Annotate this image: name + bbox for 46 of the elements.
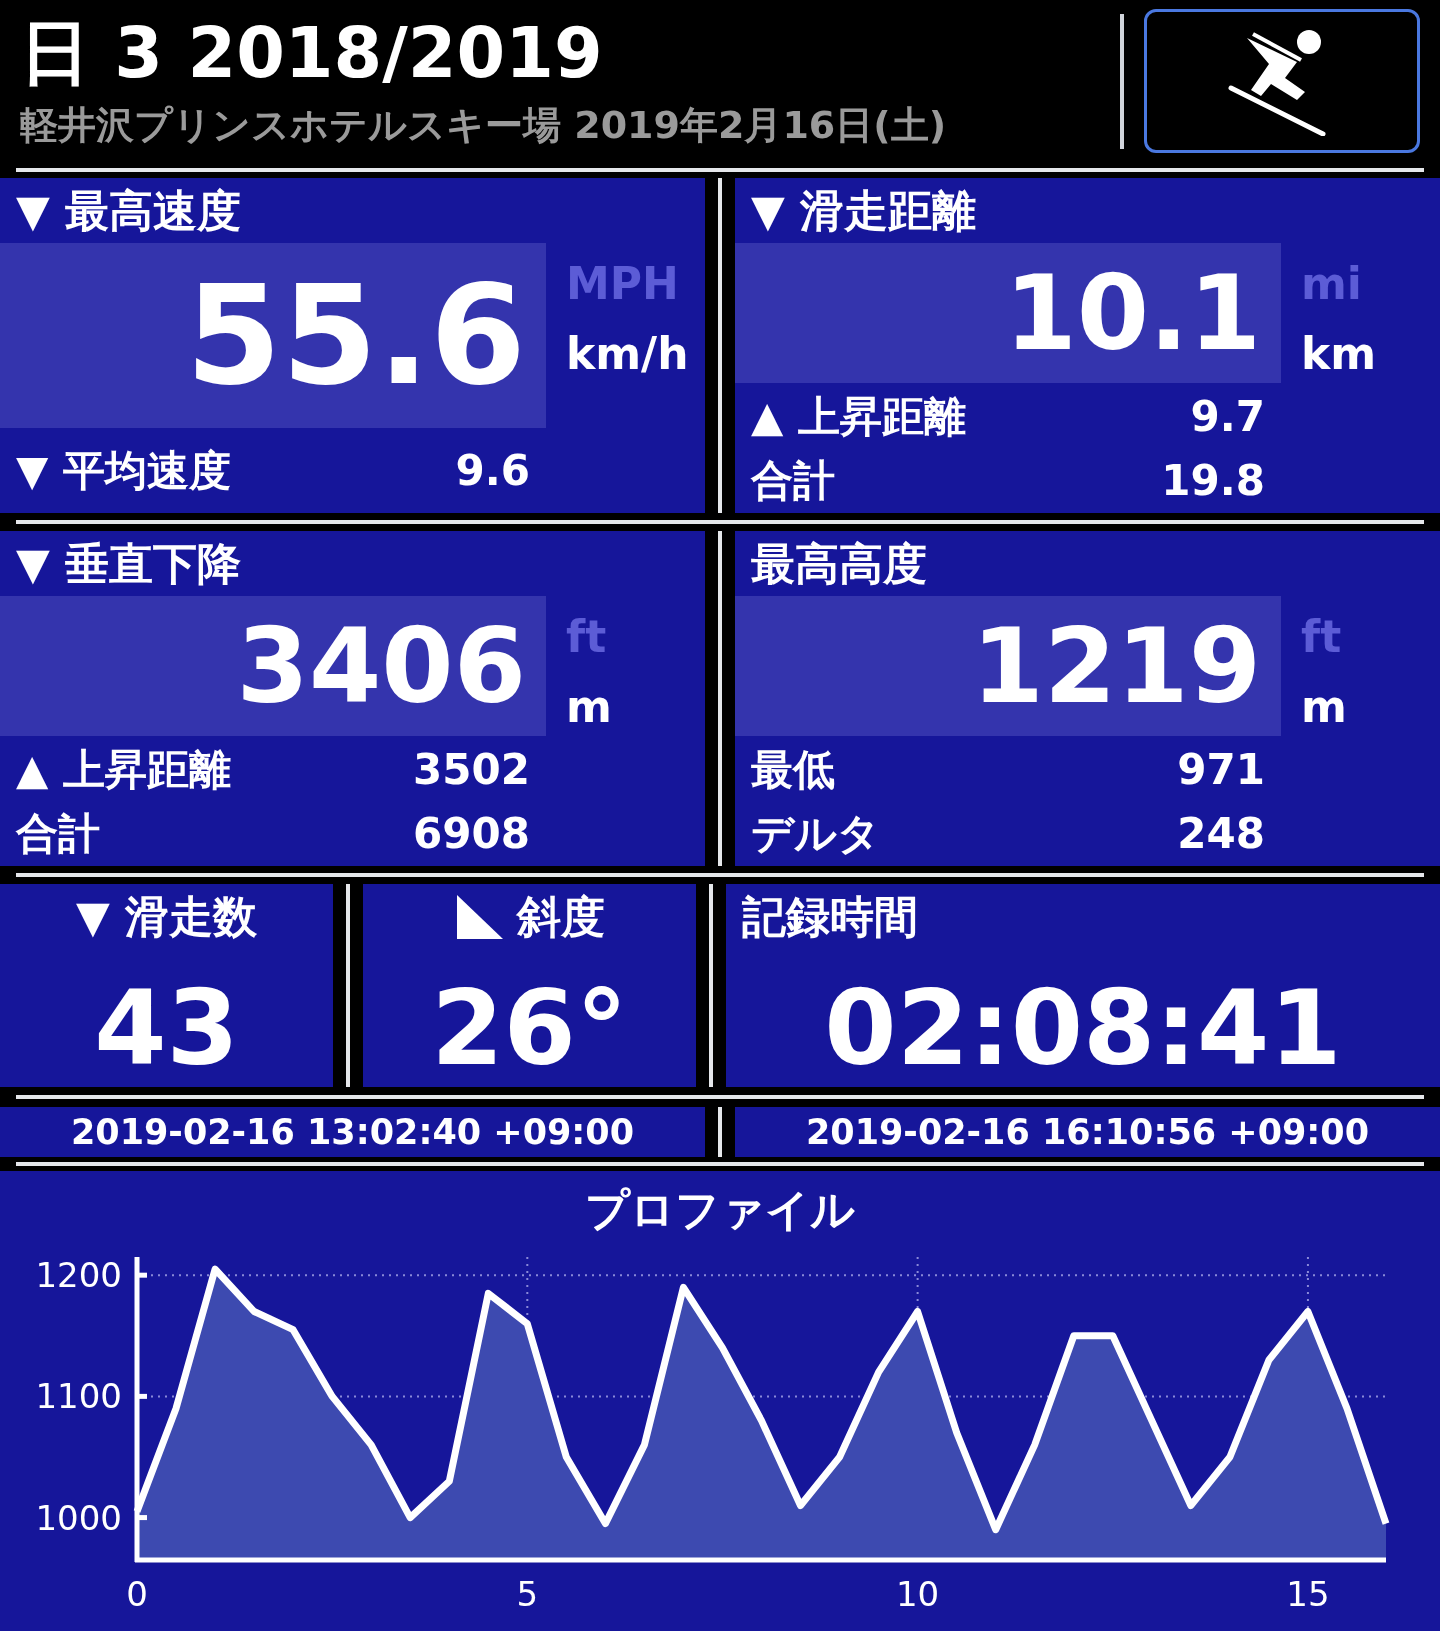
tile-value: 26° (431, 966, 628, 1091)
y-tick-label: 1000 (35, 1497, 122, 1538)
stat-value: 3502 (413, 743, 530, 796)
tile-value: 43 (94, 966, 239, 1091)
stat-value: 19.8 (1161, 454, 1265, 507)
tile-value: 02:08:41 (824, 966, 1342, 1091)
stat-label: ▲ 上昇距離 (16, 743, 231, 796)
tile-label: 斜度 (516, 890, 605, 944)
tile-label: ▼ 滑走数 (75, 890, 258, 944)
stat-label: 最低 (751, 743, 835, 796)
tile-label: 記録時間 (742, 890, 918, 944)
stat-label: ▲ 上昇距離 (751, 390, 966, 443)
unit-option[interactable]: km/h (566, 321, 689, 387)
stat-value: 9.6 (455, 445, 530, 497)
timestamp: 2019-02-16 16:10:56 +09:00 (735, 1107, 1440, 1157)
value-display: 1219 (735, 596, 1281, 736)
unit-option[interactable]: m (1301, 674, 1347, 740)
panel-heading: 最高高度 (750, 536, 928, 591)
stat-label: ▼ 平均速度 (16, 445, 231, 497)
y-tick-label: 1100 (35, 1376, 122, 1417)
x-tick-label: 5 (516, 1574, 539, 1614)
value-display: 10.1 (735, 243, 1281, 383)
timestamp: 2019-02-16 13:02:40 +09:00 (0, 1107, 705, 1157)
value-display: 55.6 (0, 243, 546, 428)
unit-option[interactable]: m (566, 674, 612, 740)
stat-label: 合計 (16, 807, 100, 860)
resort-date: 軽井沢プリンスホテルスキー場 2019年2月16日(土) (20, 101, 948, 149)
page-title: 日 3 2018/2019 (20, 10, 604, 96)
x-tick-label: 0 (126, 1574, 148, 1614)
chart-title: プロファイル (584, 1183, 856, 1237)
y-tick-label: 1200 (35, 1255, 122, 1296)
stat-label: デルタ (751, 807, 880, 860)
unit-option[interactable]: km (1301, 321, 1377, 387)
x-tick-label: 10 (896, 1574, 940, 1614)
stat-label: 合計 (751, 454, 835, 507)
x-tick-label: 15 (1286, 1574, 1330, 1614)
stat-value: 971 (1177, 743, 1265, 796)
stat-value: 248 (1177, 807, 1265, 860)
stat-value: 6908 (413, 807, 530, 860)
activity-button[interactable] (1144, 9, 1420, 153)
panel-heading: ▼ 最高速度 (15, 183, 243, 238)
value-display: 3406 (0, 596, 546, 736)
panel-heading: ▼ 滑走距離 (750, 183, 978, 238)
stat-value: 9.7 (1190, 390, 1265, 443)
panel-heading: ▼ 垂直下降 (15, 536, 243, 591)
slope-icon (454, 893, 505, 941)
